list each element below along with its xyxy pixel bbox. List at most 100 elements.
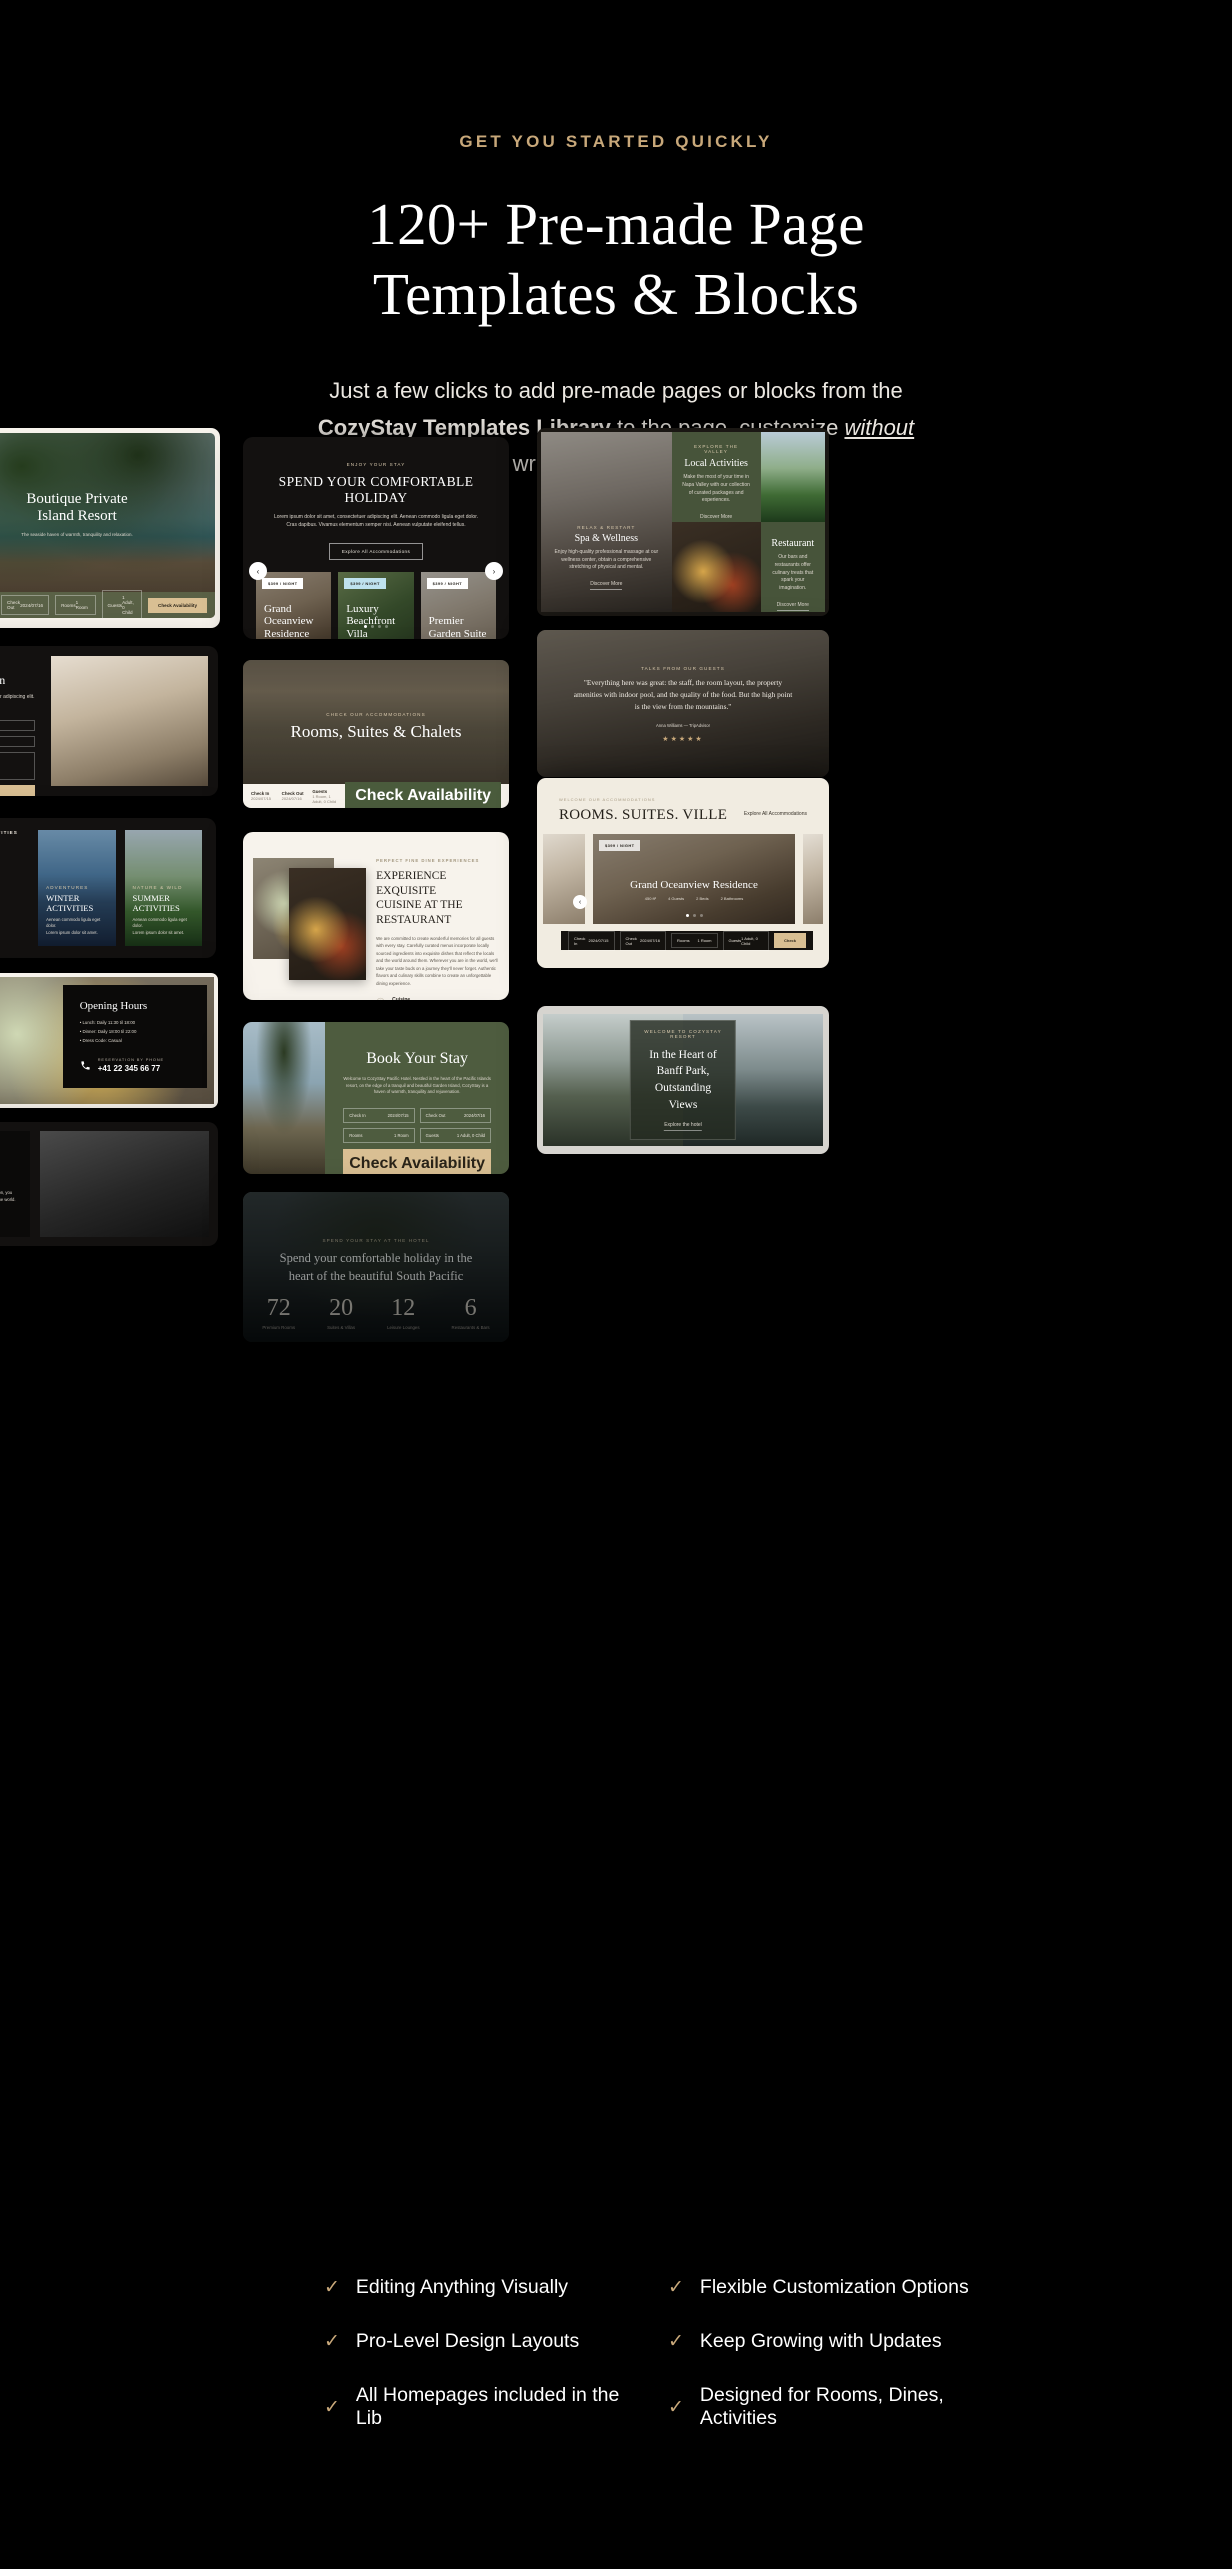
book-stay-guests-field[interactable]: Guests 1 Adult, 0 Child	[419, 1127, 492, 1143]
template-card-rooms-ville[interactable]: WELCOME OUR ACCOMMODATIONS ROOMS. SUITES…	[537, 778, 829, 968]
template-card-holiday[interactable]: ENJOY YOUR STAY SPEND YOUR COMFORTABLE H…	[243, 437, 509, 639]
museum-hours-row: Wednesday: Closed	[0, 1228, 18, 1233]
template-card-book-stay[interactable]: Book Your Stay Welcome to CozyStay Pacif…	[243, 1022, 509, 1174]
feature-label: Pro-Level Design Layouts	[355, 2330, 580, 2352]
resort-guests-field[interactable]: Guests 1 Adult, 0 Child	[101, 590, 143, 618]
rooms-ville-checkin-label: Check In	[574, 935, 586, 946]
opening-hours-row: • Dress Code: Casual	[79, 1038, 122, 1043]
opening-hours-title: Opening Hours	[79, 1000, 148, 1012]
cuisine-title-line-3: RESTAURANT	[376, 914, 452, 927]
activities-list-item[interactable]: Mountain Bike	[0, 864, 24, 870]
template-card-opening-hours[interactable]: Opening Hours • Lunch: Daily 11:30 til 1…	[0, 973, 218, 1108]
spa-discover-link[interactable]: Discover More	[590, 581, 623, 590]
contact-message-input[interactable]	[0, 751, 35, 780]
template-card-activities[interactable]: SUMMER ACTIVITIES Hiking Running & Walki…	[0, 818, 216, 958]
spa-body: Enjoy high-quality professional massage …	[554, 548, 659, 571]
template-card-contact[interactable]: DROP US ANY QUESTIONS Start a conversati…	[0, 646, 218, 796]
cuisine-eyebrow: PERFECT FINE DINE EXPERIENCES	[376, 858, 480, 863]
template-card-cuisine[interactable]: PERFECT FINE DINE EXPERIENCES EXPERIENCE…	[243, 832, 509, 1000]
carousel-dot[interactable]	[378, 625, 381, 628]
others-list-heading: OTHERS	[0, 908, 24, 913]
banff-title: In the Heart of Banff Park, Outstanding …	[649, 1047, 716, 1114]
reservation-phone-number[interactable]: +41 22 345 66 77	[98, 1064, 164, 1073]
book-stay-rooms-field[interactable]: Rooms 1 Room	[343, 1127, 415, 1143]
activities-list-item[interactable]: Racing Bike	[0, 875, 24, 881]
resort-checkout-field[interactable]: Check Out 2024/07/16	[1, 595, 50, 615]
contact-name-input[interactable]	[0, 719, 35, 731]
others-list-item[interactable]: Musics	[0, 930, 24, 936]
carousel-dot[interactable]	[371, 625, 374, 628]
resort-rooms-field[interactable]: Rooms 1 Room	[55, 595, 96, 615]
chalets-checkout-field[interactable]: Check Out 2024/07/16	[282, 791, 305, 801]
room-card[interactable]: $399 / NIGHT Grand Oceanview Residence T…	[256, 571, 332, 639]
resort-booking-bar[interactable]: Check In 2024/07/15 Check Out 2024/07/16…	[0, 590, 215, 618]
museum-photo	[39, 1131, 209, 1237]
summer-card-title: SUMMER ACTIVITIES	[132, 892, 180, 913]
carousel-dot[interactable]	[364, 625, 367, 628]
others-list-item[interactable]: Art & Museum	[0, 918, 24, 924]
rooms-ville-price-badge: $399 / NIGHT	[599, 840, 641, 851]
carousel-dot[interactable]	[685, 914, 689, 917]
template-card-island-resort[interactable]: Boutique Private Island Resort The seasi…	[0, 428, 220, 628]
chalets-check-availability-button[interactable]: Check Availability	[345, 782, 501, 808]
rooms-ville-checkin-field[interactable]: Check In 2024/07/15	[568, 930, 615, 951]
contact-title: Start a conversation	[0, 673, 6, 687]
contact-send-button[interactable]: Send That Message	[0, 784, 35, 796]
feature-item: ✓ All Homepages included in the Lib	[324, 2384, 640, 2430]
banff-title-line-4: Views	[668, 1098, 698, 1111]
south-pacific-stat: 72 Premium Rooms	[262, 1295, 295, 1330]
banff-title-line-2: Banff Park,	[656, 1065, 710, 1078]
rooms-ville-checkout-field[interactable]: Check Out 2024/07/16	[619, 930, 666, 951]
feature-label: All Homepages included in the Lib	[355, 2384, 620, 2429]
cuisine-title-line-2: CUISINE AT THE	[376, 899, 463, 912]
rooms-ville-room-name: Grand Oceanview Residence	[630, 879, 758, 891]
template-card-museum[interactable]: 1000 5th Ave, New York, NY 10028 The Met…	[0, 1122, 218, 1246]
reservation-phone-label: RESERVATION BY PHONE	[97, 1057, 165, 1062]
rooms-ville-check-button[interactable]: Check	[774, 933, 807, 948]
chalets-checkin-field[interactable]: Check In 2024/07/15	[251, 791, 274, 801]
template-card-testimonial[interactable]: TALKS FROM OUR GUESTS "Everything here w…	[537, 630, 829, 777]
feature-checklist: ✓ Editing Anything Visually ✓ Flexible C…	[248, 2276, 984, 2430]
carousel-dots[interactable]	[243, 625, 509, 628]
activities-list-item[interactable]: Golf Courses	[0, 887, 24, 893]
activities-list-heading: SUMMER ACTIVITIES	[0, 830, 18, 835]
carousel-dot[interactable]	[699, 914, 703, 917]
contact-email-input[interactable]	[0, 735, 35, 747]
carousel-next-button[interactable]: ›	[485, 562, 503, 580]
book-stay-cta-button[interactable]: Check Availability	[343, 1148, 491, 1174]
restaurant-discover-link[interactable]: Discover More	[776, 602, 809, 611]
carousel-prev-button[interactable]: ‹	[249, 562, 267, 580]
restaurant-body: Our bars and restaurants offer culinary …	[772, 554, 814, 591]
template-card-banff[interactable]: WELCOME TO COZYSTAY RESORT In the Heart …	[537, 1006, 829, 1154]
rooms-ville-explore-link[interactable]: Explore All Accommodations	[744, 811, 807, 817]
rooms-ville-rooms-field[interactable]: Rooms 1 Room	[671, 933, 718, 948]
room-card[interactable]: $399 / NIGHT Luxury Beachfront Villa Two…	[338, 571, 414, 639]
rooms-ville-prev-button[interactable]: ‹	[573, 895, 587, 909]
template-card-amenities[interactable]: RELAX & RESTART Spa & Wellness Enjoy hig…	[537, 428, 829, 616]
resort-checkout-label: Check Out	[7, 600, 21, 610]
check-icon: ✓	[324, 2396, 340, 2418]
book-stay-checkout-field[interactable]: Check Out 2024/07/16	[419, 1107, 492, 1123]
resort-checkout-value: 2024/07/16	[20, 602, 44, 608]
spa-eyebrow: RELAX & RESTART	[577, 524, 636, 530]
carousel-dot[interactable]	[692, 914, 696, 917]
book-stay-checkin-field[interactable]: Check In 2024/07/15	[343, 1107, 415, 1123]
chalets-guests-field[interactable]: Guests 1 Room, 1 Adult, 0 Child	[312, 789, 337, 804]
room-card[interactable]: $399 / NIGHT Premier Garden Suite Garden…	[420, 571, 496, 639]
template-card-chalets[interactable]: CHECK OUR ACCOMMODATIONS Rooms, Suites &…	[243, 660, 509, 808]
banff-explore-link[interactable]: Explore the hotel	[664, 1122, 702, 1132]
carousel-dot[interactable]	[385, 625, 388, 628]
holiday-eyebrow: ENJOY YOUR STAY	[346, 462, 406, 467]
resort-check-availability-button[interactable]: Check Availability	[148, 597, 208, 613]
feature-item: ✓ Flexible Customization Options	[668, 2276, 984, 2299]
book-stay-rooms-value: 1 Room	[393, 1132, 409, 1138]
room-price-badge: $399 / NIGHT	[426, 577, 469, 589]
south-pacific-stat: 6 Restaurants & Bars	[452, 1295, 490, 1330]
rooms-ville-guests-field[interactable]: Guests 1 Adult, 0 Child	[722, 930, 769, 951]
activities-list-item[interactable]: Running & Walking	[0, 852, 24, 858]
template-card-south-pacific[interactable]: SPEND YOUR STAY AT THE HOTEL Spend your …	[243, 1192, 509, 1342]
rooms-ville-dots[interactable]	[593, 914, 795, 917]
activities-list-item[interactable]: Hiking	[0, 841, 24, 847]
rooms-ville-title: ROOMS. SUITES. VILLE	[559, 807, 728, 823]
holiday-explore-button[interactable]: Explore All Accommodations	[328, 542, 424, 560]
